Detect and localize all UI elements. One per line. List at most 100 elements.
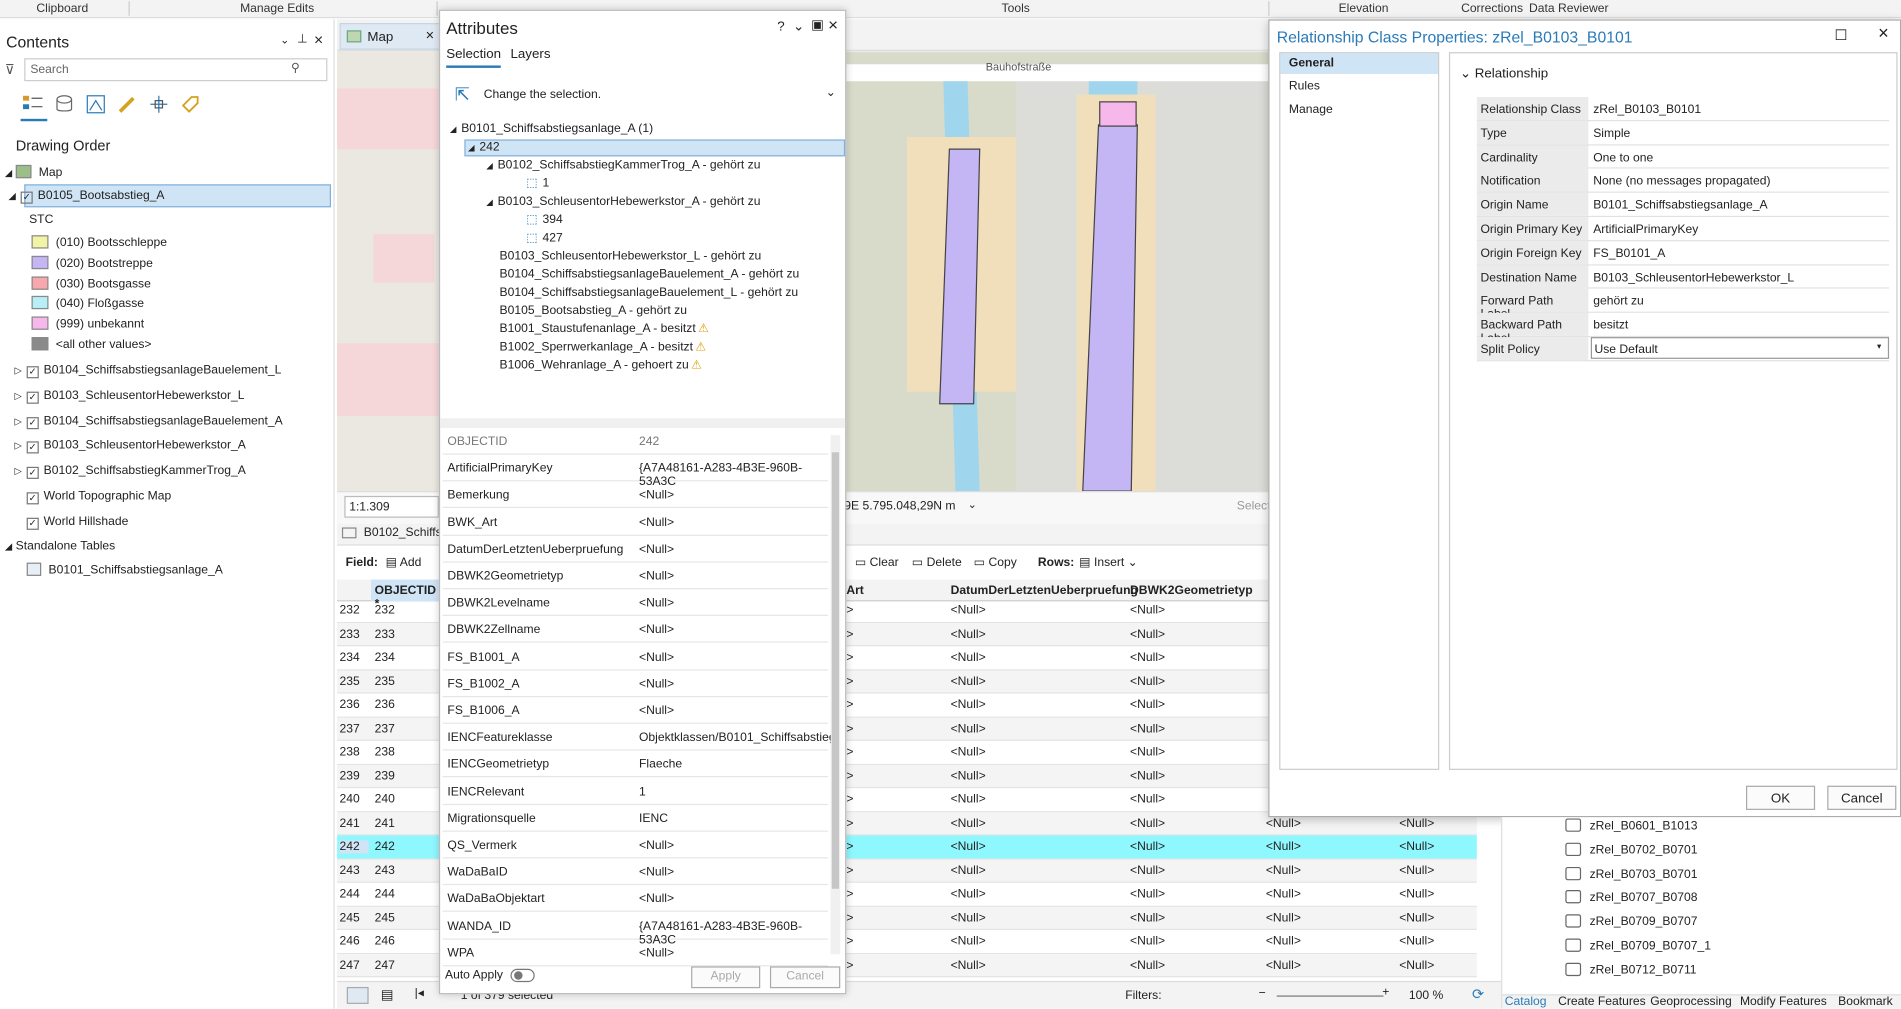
selection-tree-item[interactable]: B0103_SchleusentorHebewerkstor_L - gehör… (500, 250, 762, 263)
field-value-input[interactable]: <Null> (639, 651, 674, 664)
column-header-datum[interactable]: DatumDerLetztenUeberpruefung (951, 584, 1138, 597)
selection-tree-item[interactable]: B0104_SchiffsabstiegsanlageBauelement_A … (500, 268, 800, 281)
pane-menu-icon[interactable]: ⌄ (793, 18, 804, 34)
first-record-icon[interactable]: |◂ (415, 987, 424, 1000)
expand-icon[interactable]: ◢ (486, 199, 493, 207)
search-icon[interactable]: ⚲ (291, 62, 300, 75)
column-header-art[interactable]: Art (846, 584, 864, 597)
field-value-input[interactable]: <Null> (639, 947, 674, 960)
selection-tree-item[interactable]: B1002_Sperrwerkanlage_A - besitzt ⚠ (500, 341, 707, 354)
delete-button[interactable]: ▭ Delete (912, 557, 962, 570)
selection-tree-item[interactable]: ⬚ 427 (504, 232, 563, 245)
insert-button[interactable]: ▤ Insert ⌄ (1079, 557, 1138, 570)
list-by-selection-icon[interactable] (85, 93, 107, 118)
tab-geoprocessing[interactable]: Geoprocessing (1650, 995, 1732, 1008)
field-value-input[interactable]: <Null> (639, 597, 674, 610)
layer-item[interactable]: ✓ B0103_SchleusentorHebewerkstor_A (26, 439, 246, 454)
field-value-input[interactable]: <Null> (639, 839, 674, 852)
map-node[interactable]: ◢ Map (5, 164, 62, 179)
scrollbar[interactable] (830, 435, 841, 955)
field-value-input[interactable]: <Null> (639, 678, 674, 691)
field-value-input[interactable]: <Null> (639, 516, 674, 529)
chevron-down-icon[interactable]: ⌄ (826, 86, 836, 99)
pane-menu-icon[interactable]: ⌄ (280, 34, 289, 47)
close-icon[interactable]: × (426, 27, 435, 44)
select-status[interactable]: Select (1237, 500, 1271, 513)
auto-apply-toggle[interactable] (510, 968, 535, 983)
selection-tree-item[interactable]: ◢ B0103_SchleusentorHebewerkstor_A - gehö… (486, 195, 760, 208)
field-value-input[interactable]: <Null> (639, 704, 674, 717)
split-policy-select[interactable]: Use Default (1590, 337, 1890, 359)
catalog-item[interactable]: zRel_B0601_B1013 (1565, 818, 1697, 833)
dropdown-arrow-icon[interactable]: ▾ (1877, 342, 1881, 351)
selection-tree-item[interactable]: ⬚ 394 (504, 213, 563, 226)
field-value-input[interactable]: <Null> (639, 570, 674, 583)
catalog-item[interactable]: zRel_B0709_B0707_1 (1565, 938, 1711, 953)
selection-tree-item[interactable]: ◢ B0102_SchiffsabstiegKammerTrog_A - gehö… (486, 159, 760, 172)
field-value-input[interactable]: 242 (639, 435, 659, 448)
refresh-icon[interactable]: ⟳ (1472, 986, 1484, 1003)
catalog-item[interactable]: zRel_B0702_B0701 (1565, 842, 1697, 857)
list-by-snapping-icon[interactable] (148, 93, 170, 118)
layer-item[interactable]: ✓ B0104_SchiffsabstiegsanlageBauelement_A (26, 415, 283, 430)
zoom-out-icon[interactable]: − (1259, 987, 1266, 1000)
nav-general[interactable]: General (1280, 53, 1439, 74)
close-icon[interactable]: × (1878, 23, 1889, 44)
list-by-drawing-order-icon[interactable] (20, 92, 48, 122)
field-value-input[interactable]: <Null> (639, 893, 674, 906)
field-view-icon[interactable]: ▤ (381, 987, 394, 1003)
tab-map[interactable]: Map × (339, 23, 442, 50)
close-icon[interactable]: × (828, 15, 838, 34)
zoom-slider[interactable] (1276, 995, 1384, 997)
selection-tree-item[interactable]: B1006_Wehranlage_A - gehoert zu ⚠ (500, 359, 703, 372)
change-selection-button[interactable]: Change the selection. (484, 89, 601, 102)
field-value-input[interactable]: <Null> (639, 543, 674, 556)
expand-icon[interactable]: ▷ (15, 466, 22, 477)
expand-icon[interactable]: ▷ (15, 440, 22, 451)
layer-item[interactable]: ✓ B0102_SchiffsabstiegKammerTrog_A (26, 464, 246, 479)
help-icon[interactable]: ? (777, 19, 784, 34)
scale-selector[interactable]: 1:1.309 (344, 495, 439, 518)
layer-checkbox[interactable]: ✓ (20, 191, 33, 204)
tab-create-features[interactable]: Create Features (1558, 995, 1646, 1008)
column-header-geometrietyp[interactable]: DBWK2Geometrietyp (1130, 584, 1253, 597)
layer-item[interactable]: ✓ World Hillshade (26, 515, 128, 530)
tab-table[interactable]: B0102_Schiffs (341, 526, 442, 540)
expand-icon[interactable]: ▷ (15, 390, 22, 401)
contents-search-input[interactable]: Search (24, 58, 328, 82)
layer-item[interactable]: ✓ B0104_SchiffsabstiegsanlageBauelement_L (26, 364, 281, 379)
catalog-item[interactable]: zRel_B0709_B0707 (1565, 914, 1697, 929)
clear-button[interactable]: ▭ Clear (855, 557, 899, 570)
catalog-item[interactable]: zRel_B0707_B0708 (1565, 890, 1697, 905)
selection-tree-item[interactable]: ◢ B0101_Schiffsabstiegsanlage_A (1) (450, 122, 653, 135)
cancel-button[interactable]: Cancel (1827, 785, 1897, 810)
list-by-source-icon[interactable] (53, 95, 75, 118)
change-selection-icon[interactable]: ⇱ (455, 84, 470, 106)
expand-icon[interactable]: ▷ (15, 365, 22, 376)
zoom-in-icon[interactable]: + (1382, 986, 1389, 999)
field-value-input[interactable]: Objektklassen/B0101_Schiffsabstieg (639, 731, 836, 744)
close-icon[interactable]: × (314, 30, 323, 48)
add-field-button[interactable]: ▤ Add (386, 557, 422, 570)
expand-icon[interactable]: ▷ (15, 416, 22, 427)
expand-icon[interactable]: ◢ (486, 162, 493, 170)
field-value-input[interactable]: Flaeche (639, 758, 682, 771)
selection-tree-item[interactable]: B1001_Staustufenanlage_A - besitzt ⚠ (500, 323, 709, 336)
standalone-table-item[interactable]: B0101_Schiffsabstiegsanlage_A (26, 562, 223, 577)
list-by-editing-icon[interactable] (116, 93, 138, 118)
selection-tree-item[interactable]: ⬚ 1 (504, 177, 549, 190)
tab-selection[interactable]: Selection (446, 47, 502, 68)
layer-item[interactable]: ✓ World Topographic Map (26, 490, 171, 505)
apply-button[interactable]: Apply (691, 966, 761, 989)
ok-button[interactable]: OK (1746, 785, 1816, 810)
tab-catalog[interactable]: Catalog (1504, 995, 1547, 1009)
field-value-input[interactable]: IENC (639, 812, 668, 825)
table-view-icon[interactable] (346, 986, 369, 1004)
filter-icon[interactable]: ⊽ (5, 62, 15, 78)
expand-icon[interactable]: ◢ (468, 144, 475, 152)
zoom-level[interactable]: 100 % (1409, 989, 1443, 1002)
layer-item[interactable]: ✓ B0103_SchleusentorHebewerkstor_L (26, 389, 245, 404)
pane-splitter[interactable] (440, 418, 846, 429)
catalog-item[interactable]: zRel_B0703_B0701 (1565, 866, 1697, 881)
tab-bookmarks[interactable]: Bookmark (1838, 995, 1893, 1008)
